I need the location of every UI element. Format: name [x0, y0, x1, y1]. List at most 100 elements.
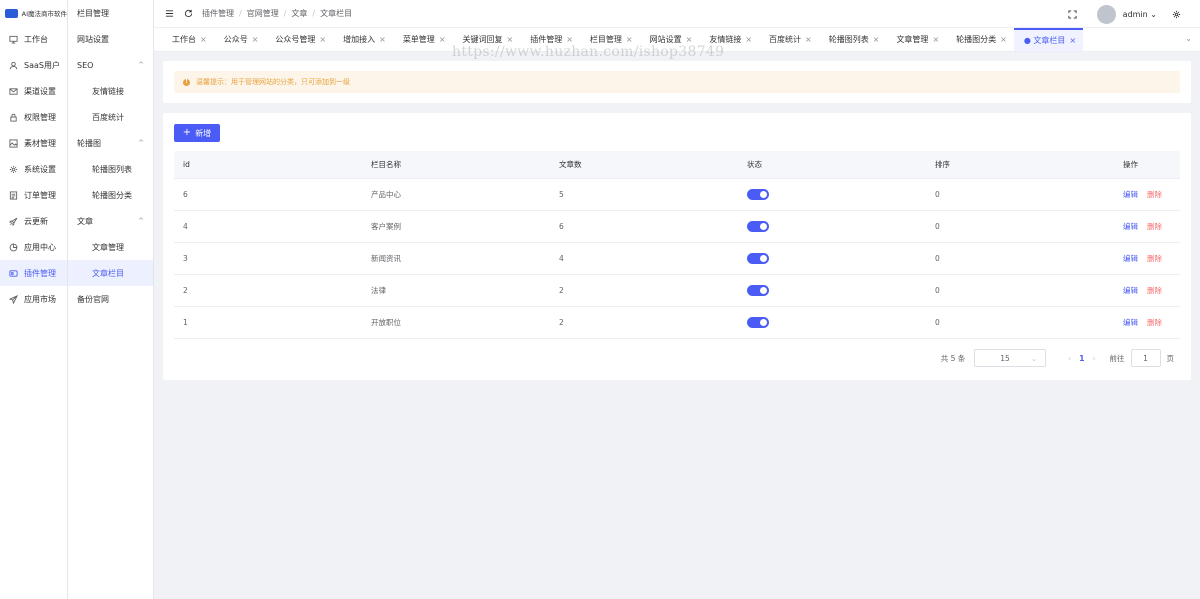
close-icon[interactable]: ×	[566, 35, 573, 44]
subnav-group-carousel[interactable]: 轮播图 ^	[68, 130, 153, 156]
tab-carousel-category[interactable]: 轮播图分类 ×	[946, 28, 1014, 51]
delete-link[interactable]: 删除	[1147, 254, 1162, 263]
cell-sort: 0	[926, 306, 1114, 339]
rail-item-label: 工作台	[24, 34, 48, 44]
subnav-item-article-management[interactable]: 文章管理	[68, 234, 153, 260]
status-toggle[interactable]	[747, 284, 769, 296]
refresh-icon[interactable]	[183, 9, 193, 19]
status-toggle[interactable]	[747, 220, 769, 232]
close-icon[interactable]: ×	[200, 35, 207, 44]
delete-link[interactable]: 删除	[1147, 318, 1162, 327]
breadcrumb-item[interactable]: 插件管理	[202, 9, 234, 18]
page-size-select[interactable]: 15 ⌄	[974, 349, 1047, 367]
menu-fold-icon[interactable]	[164, 9, 174, 19]
close-icon[interactable]: ×	[439, 35, 446, 44]
subnav-item-friend-links[interactable]: 友情链接	[68, 78, 153, 104]
tab-article-management[interactable]: 文章管理 ×	[886, 28, 946, 51]
breadcrumb-item[interactable]: 文章	[291, 9, 307, 18]
tab-article-category[interactable]: ● 文章栏目 ×	[1013, 28, 1084, 51]
close-icon[interactable]: ×	[1000, 35, 1007, 44]
rail-item-assets[interactable]: 素材管理	[0, 130, 67, 156]
avatar[interactable]	[1096, 4, 1116, 24]
rail-item-app-center[interactable]: 应用中心	[0, 234, 67, 260]
edit-link[interactable]: 编辑	[1123, 318, 1138, 327]
status-toggle[interactable]	[747, 316, 769, 328]
tab-add-access[interactable]: 增加接入 ×	[333, 28, 393, 51]
subnav-item-article-category[interactable]: 文章栏目	[68, 260, 153, 286]
close-icon[interactable]: ×	[507, 35, 514, 44]
subnav-group-seo[interactable]: SEO ^	[68, 52, 153, 78]
tab-workbench[interactable]: 工作台 ×	[162, 28, 214, 51]
next-page-icon[interactable]: ›	[1093, 354, 1096, 363]
subnav-group-article[interactable]: 文章 ^	[68, 208, 153, 234]
cell-name: 开放职位	[362, 306, 550, 339]
chevron-down-icon[interactable]: ⌄	[1185, 34, 1192, 43]
close-icon[interactable]: ×	[745, 35, 752, 44]
close-icon[interactable]: ×	[379, 35, 386, 44]
tab-official-account[interactable]: 公众号 ×	[214, 28, 266, 51]
sub-sidebar: 栏目管理 网站设置 SEO ^ 友情链接 百度统计 轮播图 ^ 轮播图列表 轮播图分…	[68, 0, 154, 599]
table-row: 2 法律 2 0 编辑 删除	[174, 274, 1180, 307]
rail-item-channel-settings[interactable]: 渠道设置	[0, 78, 67, 104]
delete-link[interactable]: 删除	[1147, 222, 1162, 231]
close-icon[interactable]: ×	[932, 35, 939, 44]
status-toggle[interactable]	[747, 188, 769, 200]
rail-item-label: 渠道设置	[24, 86, 56, 96]
table-card: + 新增 id 栏目名称 文章数 状态 排序 操作 6 产品中心 5 0 编辑 删除	[163, 113, 1191, 380]
close-icon[interactable]: ×	[626, 35, 633, 44]
cell-status	[738, 274, 926, 307]
rail-item-permissions[interactable]: 权限管理	[0, 104, 67, 130]
delete-link[interactable]: 删除	[1147, 190, 1162, 199]
subnav-item-site-settings[interactable]: 网站设置	[68, 26, 153, 52]
edit-link[interactable]: 编辑	[1123, 254, 1138, 263]
chevron-up-icon: ^	[138, 139, 144, 147]
edit-link[interactable]: 编辑	[1123, 286, 1138, 295]
pagination: 共 5 条 15 ⌄ ‹ 1 › 前往 页	[941, 349, 1174, 367]
rail-item-label: 订单管理	[24, 190, 56, 200]
delete-link[interactable]: 删除	[1147, 286, 1162, 295]
tab-label: 百度统计	[769, 35, 802, 44]
subnav-item-label: SEO	[77, 60, 94, 70]
subnav-item-carousel-category[interactable]: 轮播图分类	[68, 182, 153, 208]
close-icon[interactable]: ×	[686, 35, 693, 44]
prev-page-icon[interactable]: ‹	[1068, 354, 1071, 363]
rail-item-workbench[interactable]: 工作台	[0, 26, 67, 52]
tab-menu-management[interactable]: 菜单管理 ×	[393, 28, 453, 51]
edit-link[interactable]: 编辑	[1123, 222, 1138, 231]
rail-item-cloud-update[interactable]: 云更新	[0, 208, 67, 234]
rail-item-plugin-management[interactable]: 插件管理	[0, 260, 67, 286]
close-icon[interactable]: ×	[1069, 36, 1076, 45]
close-icon[interactable]: ×	[805, 35, 812, 44]
status-toggle[interactable]	[747, 252, 769, 264]
add-button[interactable]: + 新增	[174, 124, 220, 142]
app-logo[interactable]: AI魔法商市软件	[0, 0, 67, 26]
subnav-item-carousel-list[interactable]: 轮播图列表	[68, 156, 153, 182]
user-menu[interactable]: admin ⌄	[1123, 10, 1157, 19]
subnav-item-label: 文章	[77, 216, 93, 226]
tab-official-account-management[interactable]: 公众号管理 ×	[265, 28, 333, 51]
tab-baidu-stats[interactable]: 百度统计 ×	[759, 28, 819, 51]
rail-item-orders[interactable]: 订单管理	[0, 182, 67, 208]
gear-icon[interactable]	[1171, 9, 1181, 19]
pagination-total: 共 5 条	[940, 353, 966, 363]
subnav-item-label: 轮播图列表	[92, 164, 132, 174]
edit-link[interactable]: 编辑	[1123, 190, 1138, 199]
subnav-item-category-management[interactable]: 栏目管理	[68, 0, 153, 26]
goto-page-input[interactable]	[1130, 349, 1161, 367]
cell-sort: 0	[926, 274, 1114, 307]
rail-item-label: 应用中心	[24, 242, 56, 252]
cell-count: 2	[550, 274, 738, 307]
fullscreen-icon[interactable]	[1068, 9, 1078, 19]
rail-item-system-settings[interactable]: 系统设置	[0, 156, 67, 182]
close-icon[interactable]: ×	[252, 35, 259, 44]
subnav-item-backup-site[interactable]: 备份官网	[68, 286, 153, 312]
rail-item-saas-users[interactable]: SaaS用户	[0, 52, 67, 78]
close-icon[interactable]: ×	[873, 35, 880, 44]
page-number[interactable]: 1	[1079, 354, 1084, 363]
tab-carousel-list[interactable]: 轮播图列表 ×	[819, 28, 887, 51]
rail-item-app-market[interactable]: 应用市场	[0, 286, 67, 312]
subnav-item-baidu-stats[interactable]: 百度统计	[68, 104, 153, 130]
breadcrumb-item[interactable]: 官网管理	[247, 9, 279, 18]
cell-sort: 0	[926, 178, 1114, 211]
close-icon[interactable]: ×	[319, 35, 326, 44]
